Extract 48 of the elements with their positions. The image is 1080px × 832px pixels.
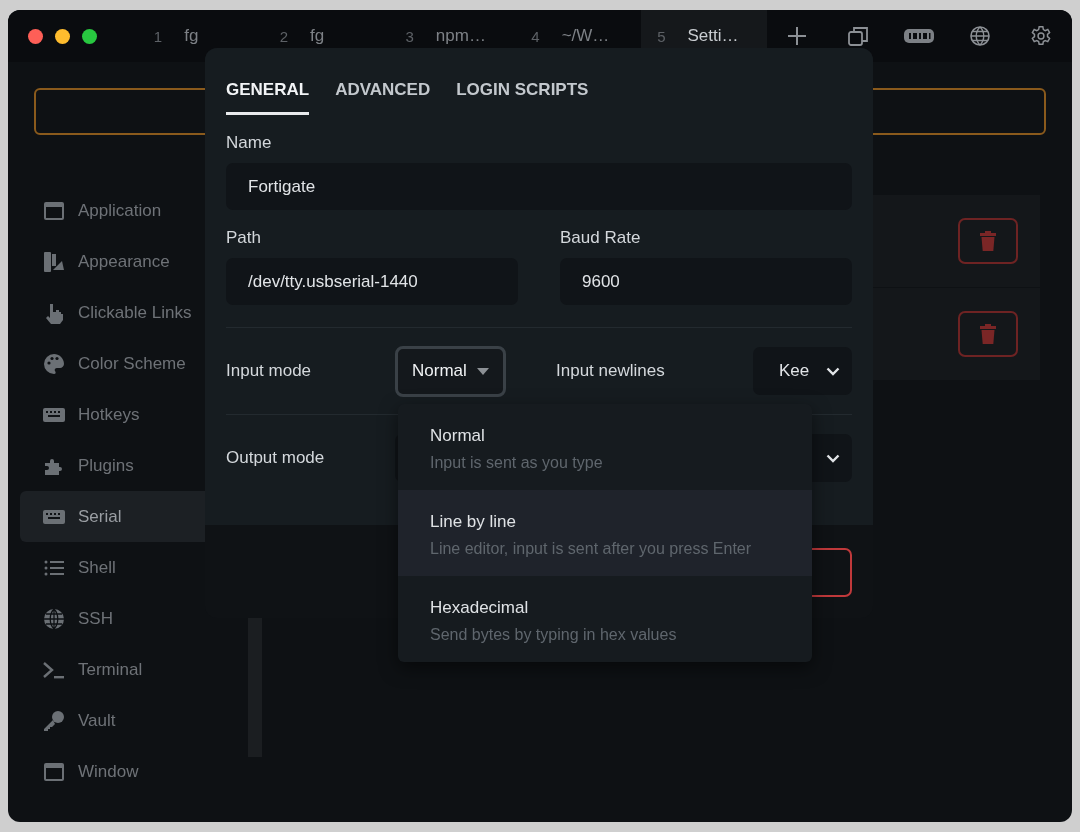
trash-icon (979, 231, 997, 251)
option-title: Hexadecimal (430, 598, 530, 618)
chevron-down-icon (826, 366, 840, 376)
dropdown-option[interactable]: Normal Input is sent as you type (398, 404, 812, 490)
sidebar-item[interactable]: Terminal (20, 644, 250, 695)
dropdown-option[interactable]: Hexadecimal Send bytes by typing in hex values (398, 576, 812, 662)
minimize-button[interactable] (55, 28, 70, 44)
field-label: Path (226, 228, 262, 248)
sidebar-item[interactable]: Hotkeys (20, 389, 250, 440)
sidebar-item[interactable]: Vault (20, 695, 250, 746)
plus-icon[interactable] (786, 25, 809, 47)
terminal-tab[interactable]: 2 fg (263, 10, 390, 62)
windows-stack-icon[interactable] (847, 25, 870, 47)
input-newlines-select[interactable]: Kee (753, 347, 852, 395)
settings-icon[interactable] (1030, 25, 1053, 47)
zoom-button[interactable] (82, 28, 97, 44)
field-label: Baud Rate (560, 228, 642, 248)
dialog-tab[interactable]: LOGIN SCRIPTS (456, 80, 589, 115)
option-description: Line editor, input is sent after you press Enter (430, 540, 753, 558)
chevron-down-icon (826, 453, 840, 463)
terminal-tab[interactable]: 4 ~/W… (515, 10, 642, 62)
key-icon (42, 708, 66, 733)
field-label: Output mode (226, 448, 326, 468)
terminal-tab[interactable]: 3 npm… (389, 10, 516, 62)
field-label: Input mode (226, 361, 313, 381)
option-description: Input is sent as you type (430, 454, 604, 472)
path-field[interactable]: /dev/tty.usbserial-1440 (226, 258, 518, 305)
name-field[interactable]: Fortigate (226, 163, 852, 210)
baud-rate-field[interactable]: 9600 (560, 258, 852, 305)
option-title: Normal (430, 426, 486, 446)
dialog-tab[interactable]: ADVANCED (335, 80, 431, 115)
globe-icon[interactable] (969, 25, 992, 47)
input-mode-select[interactable]: Normal (395, 345, 506, 397)
trash-icon (979, 324, 997, 344)
option-description: Send bytes by typing in hex values (430, 626, 678, 644)
terminal-tab[interactable]: 1 fg (137, 10, 264, 62)
dropdown-option[interactable]: Line by line Line editor, input is sent after you press Enter (398, 490, 812, 576)
sidebar-item[interactable]: Window (20, 746, 250, 797)
sidebar-item[interactable]: SSH (20, 593, 250, 644)
dialog-tab[interactable]: GENERAL (226, 80, 310, 115)
close-button[interactable] (28, 28, 43, 44)
caret-down-icon (476, 367, 489, 375)
field-label: Input newlines (556, 361, 666, 381)
sidebar-item[interactable]: Shell (20, 542, 250, 593)
option-title: Line by line (430, 512, 517, 532)
globe-icon (42, 606, 66, 631)
serial-port-icon[interactable] (904, 28, 935, 44)
field-label: Name (226, 133, 273, 153)
